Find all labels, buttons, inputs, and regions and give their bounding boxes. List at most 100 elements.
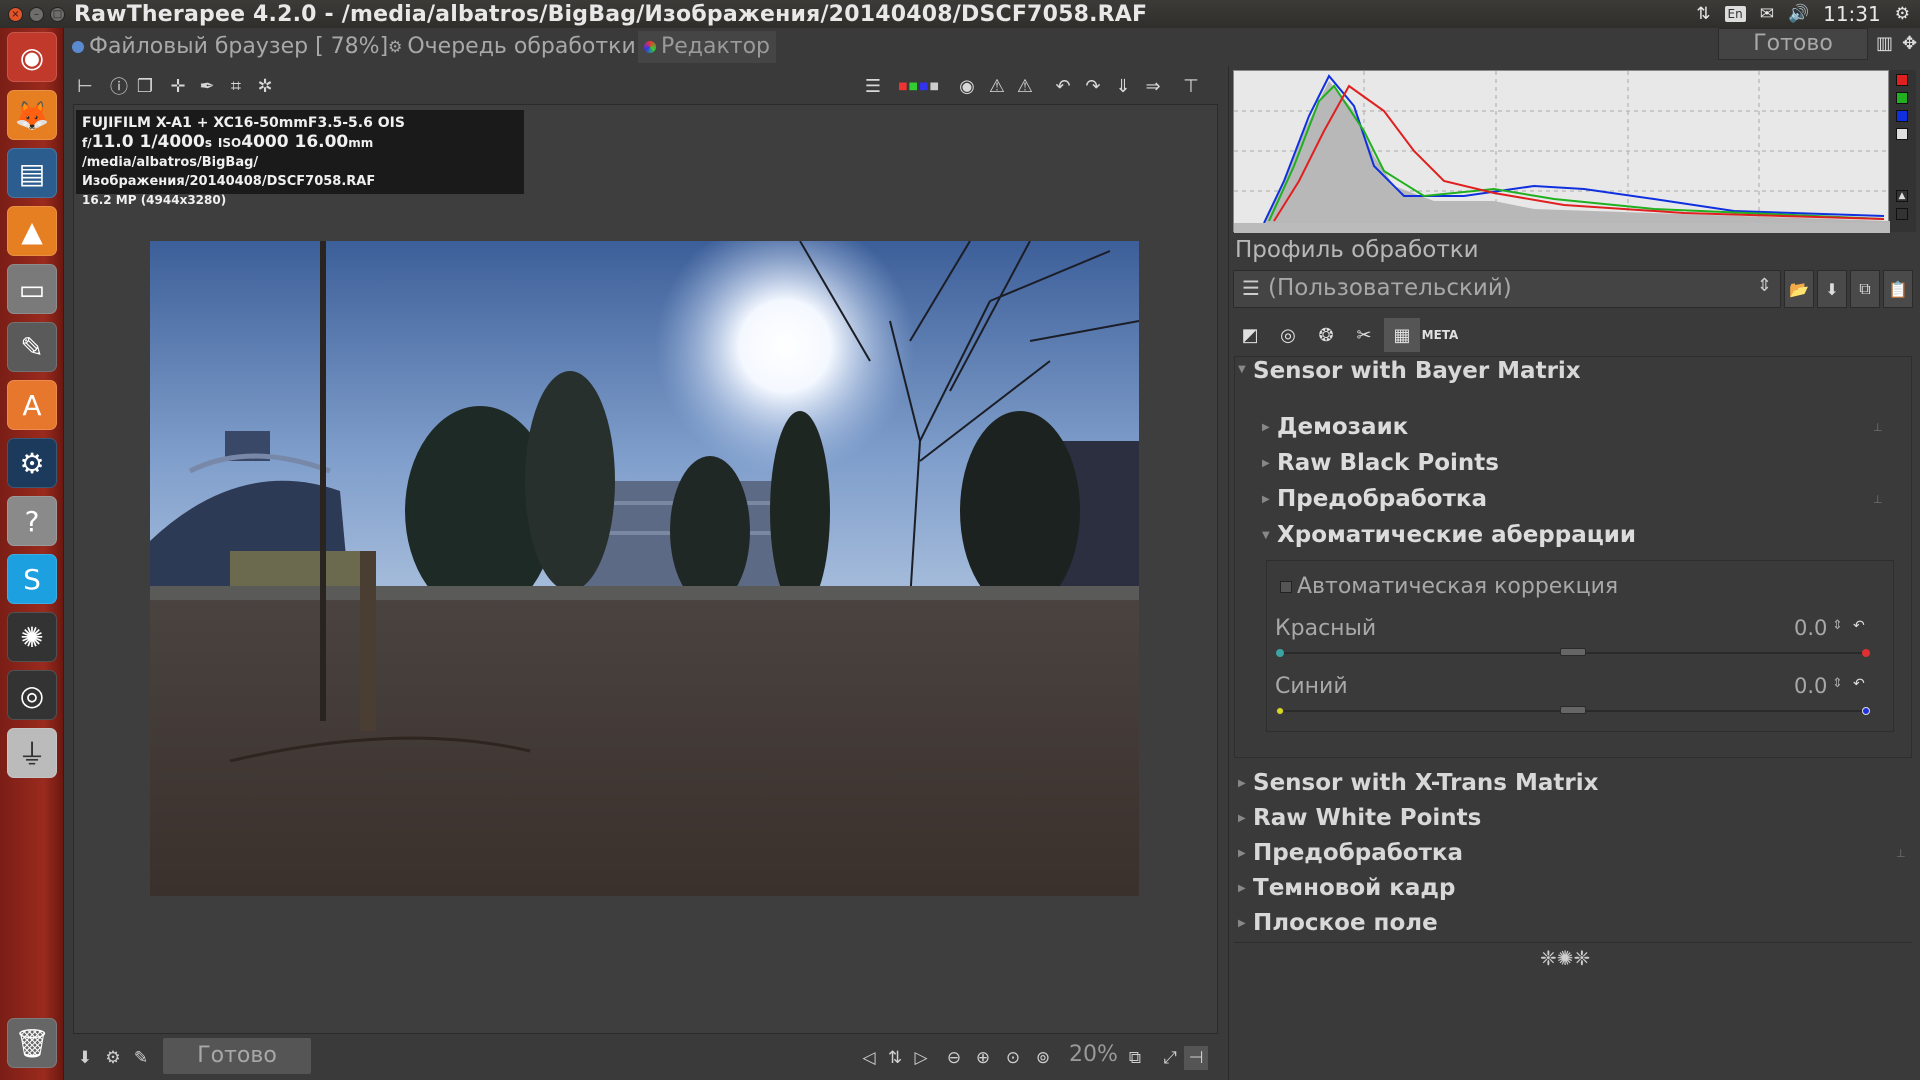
blue-slider-knob[interactable]	[1560, 706, 1586, 714]
raw-white-points-title[interactable]: Raw White Points	[1253, 805, 1481, 831]
focus-mask-icon[interactable]: ◉	[953, 72, 981, 100]
flat-field-title[interactable]: Плоское поле	[1253, 910, 1438, 936]
aperture-icon[interactable]: ✺	[7, 612, 57, 662]
panel-toggle-icon[interactable]: ▥	[1870, 28, 1893, 60]
profile-select[interactable]: ☰ (Пользовательский) ⇕	[1233, 270, 1781, 308]
trash-icon[interactable]: 🗑	[7, 1018, 57, 1068]
rawtherapee-icon[interactable]: ◎	[7, 670, 57, 720]
gimp-icon[interactable]: ✎	[7, 322, 57, 372]
show-left-panel-icon[interactable]: ⊢	[71, 72, 99, 100]
demosaic-item[interactable]: Демозаик	[1277, 414, 1408, 440]
flip-vertical-icon[interactable]: ⇓	[1109, 72, 1137, 100]
hand-tool-icon[interactable]: ✛	[164, 72, 192, 100]
paste-profile-icon[interactable]: 📋	[1883, 270, 1913, 308]
zoom-100-icon[interactable]: ⊙	[1001, 1046, 1025, 1070]
files-icon[interactable]: ▭	[7, 264, 57, 314]
next-image-icon[interactable]: ▷	[909, 1046, 933, 1070]
photo-preview[interactable]	[150, 241, 1139, 896]
preview-mode-icon[interactable]: ☰	[859, 72, 887, 100]
preprocessing-title[interactable]: Предобработка	[1253, 840, 1463, 866]
transform-tab-icon[interactable]: ✂	[1346, 318, 1382, 352]
blue-value[interactable]: 0.0	[1794, 674, 1827, 698]
gear-icon[interactable]: ⚙	[1895, 4, 1910, 24]
skype-icon[interactable]: S	[7, 554, 57, 604]
reset-icon[interactable]: ⊥	[1873, 421, 1883, 434]
red-slider-knob[interactable]	[1560, 648, 1586, 656]
bayer-section-title[interactable]: Sensor with Bayer Matrix	[1253, 358, 1581, 384]
before-after-icon[interactable]: ❐	[131, 72, 159, 100]
close-icon[interactable]: ×	[8, 6, 23, 22]
collapsed-arrow-icon[interactable]: ▶	[1262, 494, 1270, 505]
reset-icon[interactable]: ↶	[1853, 618, 1865, 634]
zoom-out-icon[interactable]: ⊖	[942, 1046, 966, 1070]
detail-tab-icon[interactable]: ◎	[1270, 318, 1306, 352]
usb-icon[interactable]: ⏚	[7, 728, 57, 778]
red-channel-toggle[interactable]	[1896, 74, 1908, 86]
expanded-arrow-icon[interactable]: ▼	[1262, 530, 1270, 541]
zoom-fit-icon[interactable]: ⊚	[1031, 1046, 1055, 1070]
steam-icon[interactable]: ⚙	[7, 438, 57, 488]
clock[interactable]: 11:31	[1823, 2, 1881, 26]
channel-preview-icon[interactable]: ■ ■ ■ ■	[889, 72, 949, 100]
raw-histogram-icon[interactable]: ▲	[1896, 190, 1908, 202]
dark-frame-title[interactable]: Темновой кадр	[1253, 875, 1455, 901]
info-icon[interactable]: ⓘ	[105, 72, 133, 100]
shadow-clip-warning-icon[interactable]: ⚠	[983, 72, 1011, 100]
exposure-tab-icon[interactable]: ◩	[1232, 318, 1268, 352]
collapsed-arrow-icon[interactable]: ▶	[1238, 883, 1246, 894]
color-picker-icon[interactable]: ✒	[193, 72, 221, 100]
minimize-icon[interactable]: –	[29, 6, 44, 22]
auto-correction-checkbox[interactable]	[1280, 581, 1292, 593]
raw-tab-icon[interactable]: ▦	[1384, 318, 1420, 352]
raw-black-points-item[interactable]: Raw Black Points	[1277, 450, 1499, 476]
mail-icon[interactable]: ✉	[1760, 4, 1774, 24]
reset-icon[interactable]: ↶	[1853, 676, 1865, 692]
xtrans-section-title[interactable]: Sensor with X-Trans Matrix	[1253, 770, 1598, 796]
firefox-icon[interactable]: 🦊	[7, 90, 57, 140]
spin-icon[interactable]: ⇕	[1832, 676, 1843, 691]
queue-add-icon[interactable]: ⚙	[101, 1046, 125, 1070]
previous-image-icon[interactable]: ◁	[857, 1046, 881, 1070]
collapsed-arrow-icon[interactable]: ▶	[1262, 422, 1270, 433]
preprocessing-item[interactable]: Предобработка	[1277, 486, 1487, 512]
crop-icon[interactable]: ⌗	[222, 72, 250, 100]
queue-status[interactable]: Готово	[1718, 28, 1868, 60]
save-icon[interactable]: ⬇	[73, 1046, 97, 1070]
flip-horizontal-icon[interactable]: ⇒	[1139, 72, 1167, 100]
zoom-in-icon[interactable]: ⊕	[971, 1046, 995, 1070]
tab-file-browser[interactable]: Файловый браузер [ 78%]	[66, 31, 394, 63]
volume-icon[interactable]: 🔊	[1788, 4, 1809, 24]
rotate-right-icon[interactable]: ↷	[1079, 72, 1107, 100]
maximize-icon[interactable]: □	[50, 6, 65, 22]
red-value[interactable]: 0.0	[1794, 616, 1827, 640]
collapsed-arrow-icon[interactable]: ▶	[1238, 848, 1246, 859]
spin-icon[interactable]: ⇕	[1832, 618, 1843, 633]
rotate-left-icon[interactable]: ↶	[1049, 72, 1077, 100]
collapsed-arrow-icon[interactable]: ▶	[1238, 813, 1246, 824]
blue-channel-toggle[interactable]	[1896, 110, 1908, 122]
collapsed-arrow-icon[interactable]: ▶	[1262, 458, 1270, 469]
vlc-icon[interactable]: ▲	[7, 206, 57, 256]
writer-icon[interactable]: ▤	[7, 148, 57, 198]
save-profile-icon[interactable]: ⬇	[1817, 270, 1847, 308]
histogram-bar-toggle[interactable]	[1896, 208, 1908, 220]
collapsed-arrow-icon[interactable]: ▶	[1238, 778, 1246, 789]
software-center-icon[interactable]: A	[7, 380, 57, 430]
collapsed-arrow-icon[interactable]: ▶	[1238, 918, 1246, 929]
network-icon[interactable]: ⇅	[1696, 4, 1710, 24]
copy-profile-icon[interactable]: ⧉	[1850, 270, 1880, 308]
show-top-panel-icon[interactable]: ⊤	[1177, 72, 1205, 100]
fullscreen-icon[interactable]: ⤢	[1158, 1046, 1182, 1070]
sync-icon[interactable]: ⇅	[883, 1046, 907, 1070]
show-right-panel-icon[interactable]: ⊣	[1184, 1046, 1208, 1070]
move-icon[interactable]: ✥	[1896, 28, 1918, 60]
straighten-icon[interactable]: ✲	[251, 72, 279, 100]
ubuntu-dash-icon[interactable]: ◉	[7, 32, 57, 82]
green-channel-toggle[interactable]	[1896, 92, 1908, 104]
reset-icon[interactable]: ⊥	[1873, 493, 1883, 506]
tab-queue[interactable]: ⚙ Очередь обработки	[382, 31, 642, 63]
new-detail-window-icon[interactable]: ⧉	[1123, 1046, 1147, 1070]
open-profile-icon[interactable]: 📂	[1784, 270, 1814, 308]
chromatic-aberration-item[interactable]: Хроматические аберрации	[1277, 522, 1636, 548]
keyboard-layout[interactable]: En	[1724, 6, 1746, 22]
